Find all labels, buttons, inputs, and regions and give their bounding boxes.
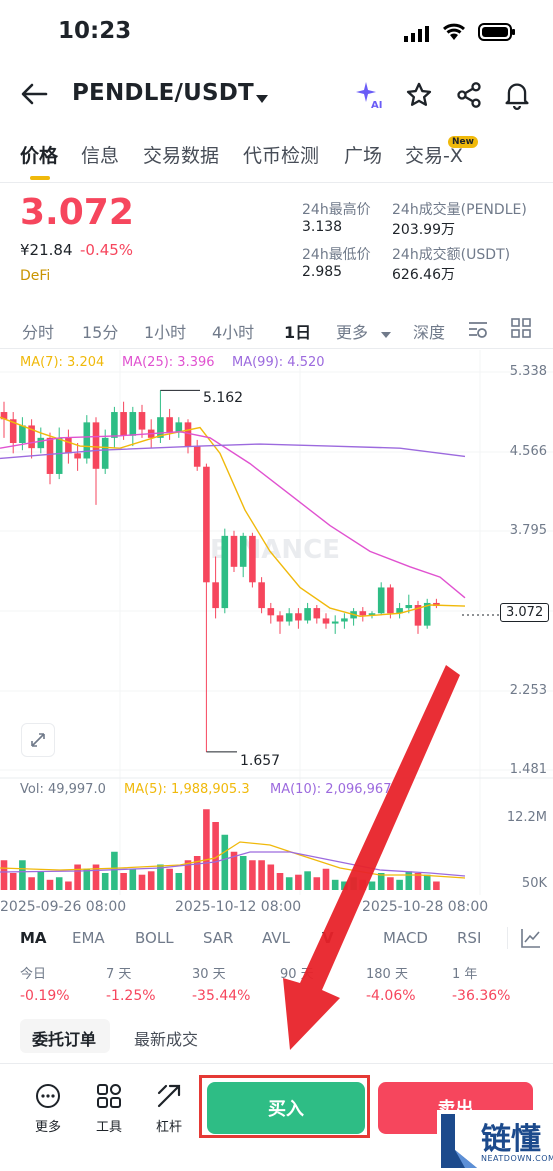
logo-subtext: NEATDOWN.COM — [481, 1154, 553, 1163]
neatdown-logo: 链懂 NEATDOWN.COM — [437, 1110, 553, 1171]
annotation-arrow — [283, 665, 460, 1050]
logo-text: 链懂 — [481, 1122, 541, 1157]
